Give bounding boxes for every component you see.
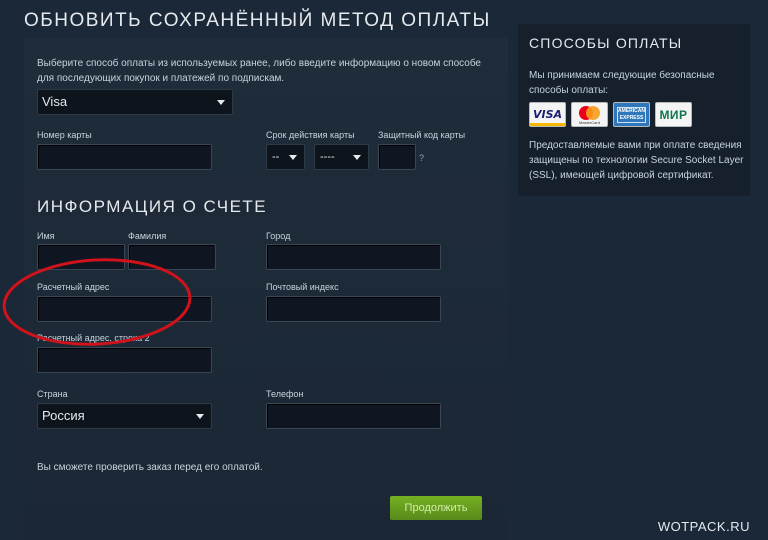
amex-icon: AMERICAN EXPRESS: [613, 102, 650, 127]
expiry-month-select[interactable]: --: [266, 144, 305, 170]
phone-input[interactable]: [266, 403, 441, 429]
chevron-down-icon: [196, 414, 204, 419]
payment-method-value: Visa: [42, 94, 68, 109]
visa-icon: VISA: [529, 102, 566, 127]
payment-methods-panel: СПОСОБЫ ОПЛАТЫ Мы принимаем следующие бе…: [518, 24, 750, 196]
card-number-input[interactable]: [37, 144, 212, 170]
page-title: ОБНОВИТЬ СОХРАНЁННЫЙ МЕТОД ОПЛАТЫ: [24, 10, 491, 31]
cvv-help-link[interactable]: ?: [419, 153, 424, 163]
chevron-down-icon: [289, 155, 297, 160]
cvv-label: Защитный код карты: [378, 130, 466, 140]
last-name-label: Фамилия: [128, 231, 167, 241]
payment-method-select[interactable]: Visa: [37, 89, 233, 115]
country-select[interactable]: Россия: [37, 403, 212, 429]
city-input[interactable]: [266, 244, 441, 270]
card-number-label: Номер карты: [37, 130, 92, 140]
phone-label: Телефон: [266, 389, 304, 399]
chevron-down-icon: [353, 155, 361, 160]
zip-label: Почтовый индекс: [266, 282, 339, 292]
billing-section-title: ИНФОРМАЦИЯ О СЧЕТЕ: [37, 197, 268, 216]
first-name-label: Имя: [37, 231, 55, 241]
expiry-year-value: ----: [320, 151, 335, 163]
country-label: Страна: [37, 389, 68, 399]
side-title: СПОСОБЫ ОПЛАТЫ: [529, 35, 683, 51]
mir-icon: МИР: [655, 102, 692, 127]
continue-button[interactable]: Продолжить: [390, 496, 482, 520]
side-intro: Мы принимаем следующие безопасные способ…: [529, 70, 715, 96]
cvv-input[interactable]: [378, 144, 416, 170]
chevron-down-icon: [217, 100, 225, 105]
watermark: WOTPACK.RU: [657, 519, 750, 534]
city-label: Город: [266, 231, 291, 241]
order-note: Вы сможете проверить заказ перед его опл…: [37, 462, 263, 473]
expiry-month-value: --: [272, 151, 280, 163]
country-value: Россия: [42, 408, 85, 423]
ssl-info: Предоставляемые вами при оплате сведения…: [529, 140, 744, 181]
mastercard-icon: MasterCard: [571, 102, 608, 127]
zip-input[interactable]: [266, 296, 441, 322]
card-logos: VISA MasterCard AMERICAN EXPRESS МИР: [529, 102, 692, 127]
payment-description: Выберите способ оплаты из используемых р…: [37, 58, 481, 84]
highlight-circle-annotation: [2, 258, 192, 346]
expiry-year-select[interactable]: ----: [314, 144, 369, 170]
expiry-label: Срок действия карты: [266, 130, 355, 140]
